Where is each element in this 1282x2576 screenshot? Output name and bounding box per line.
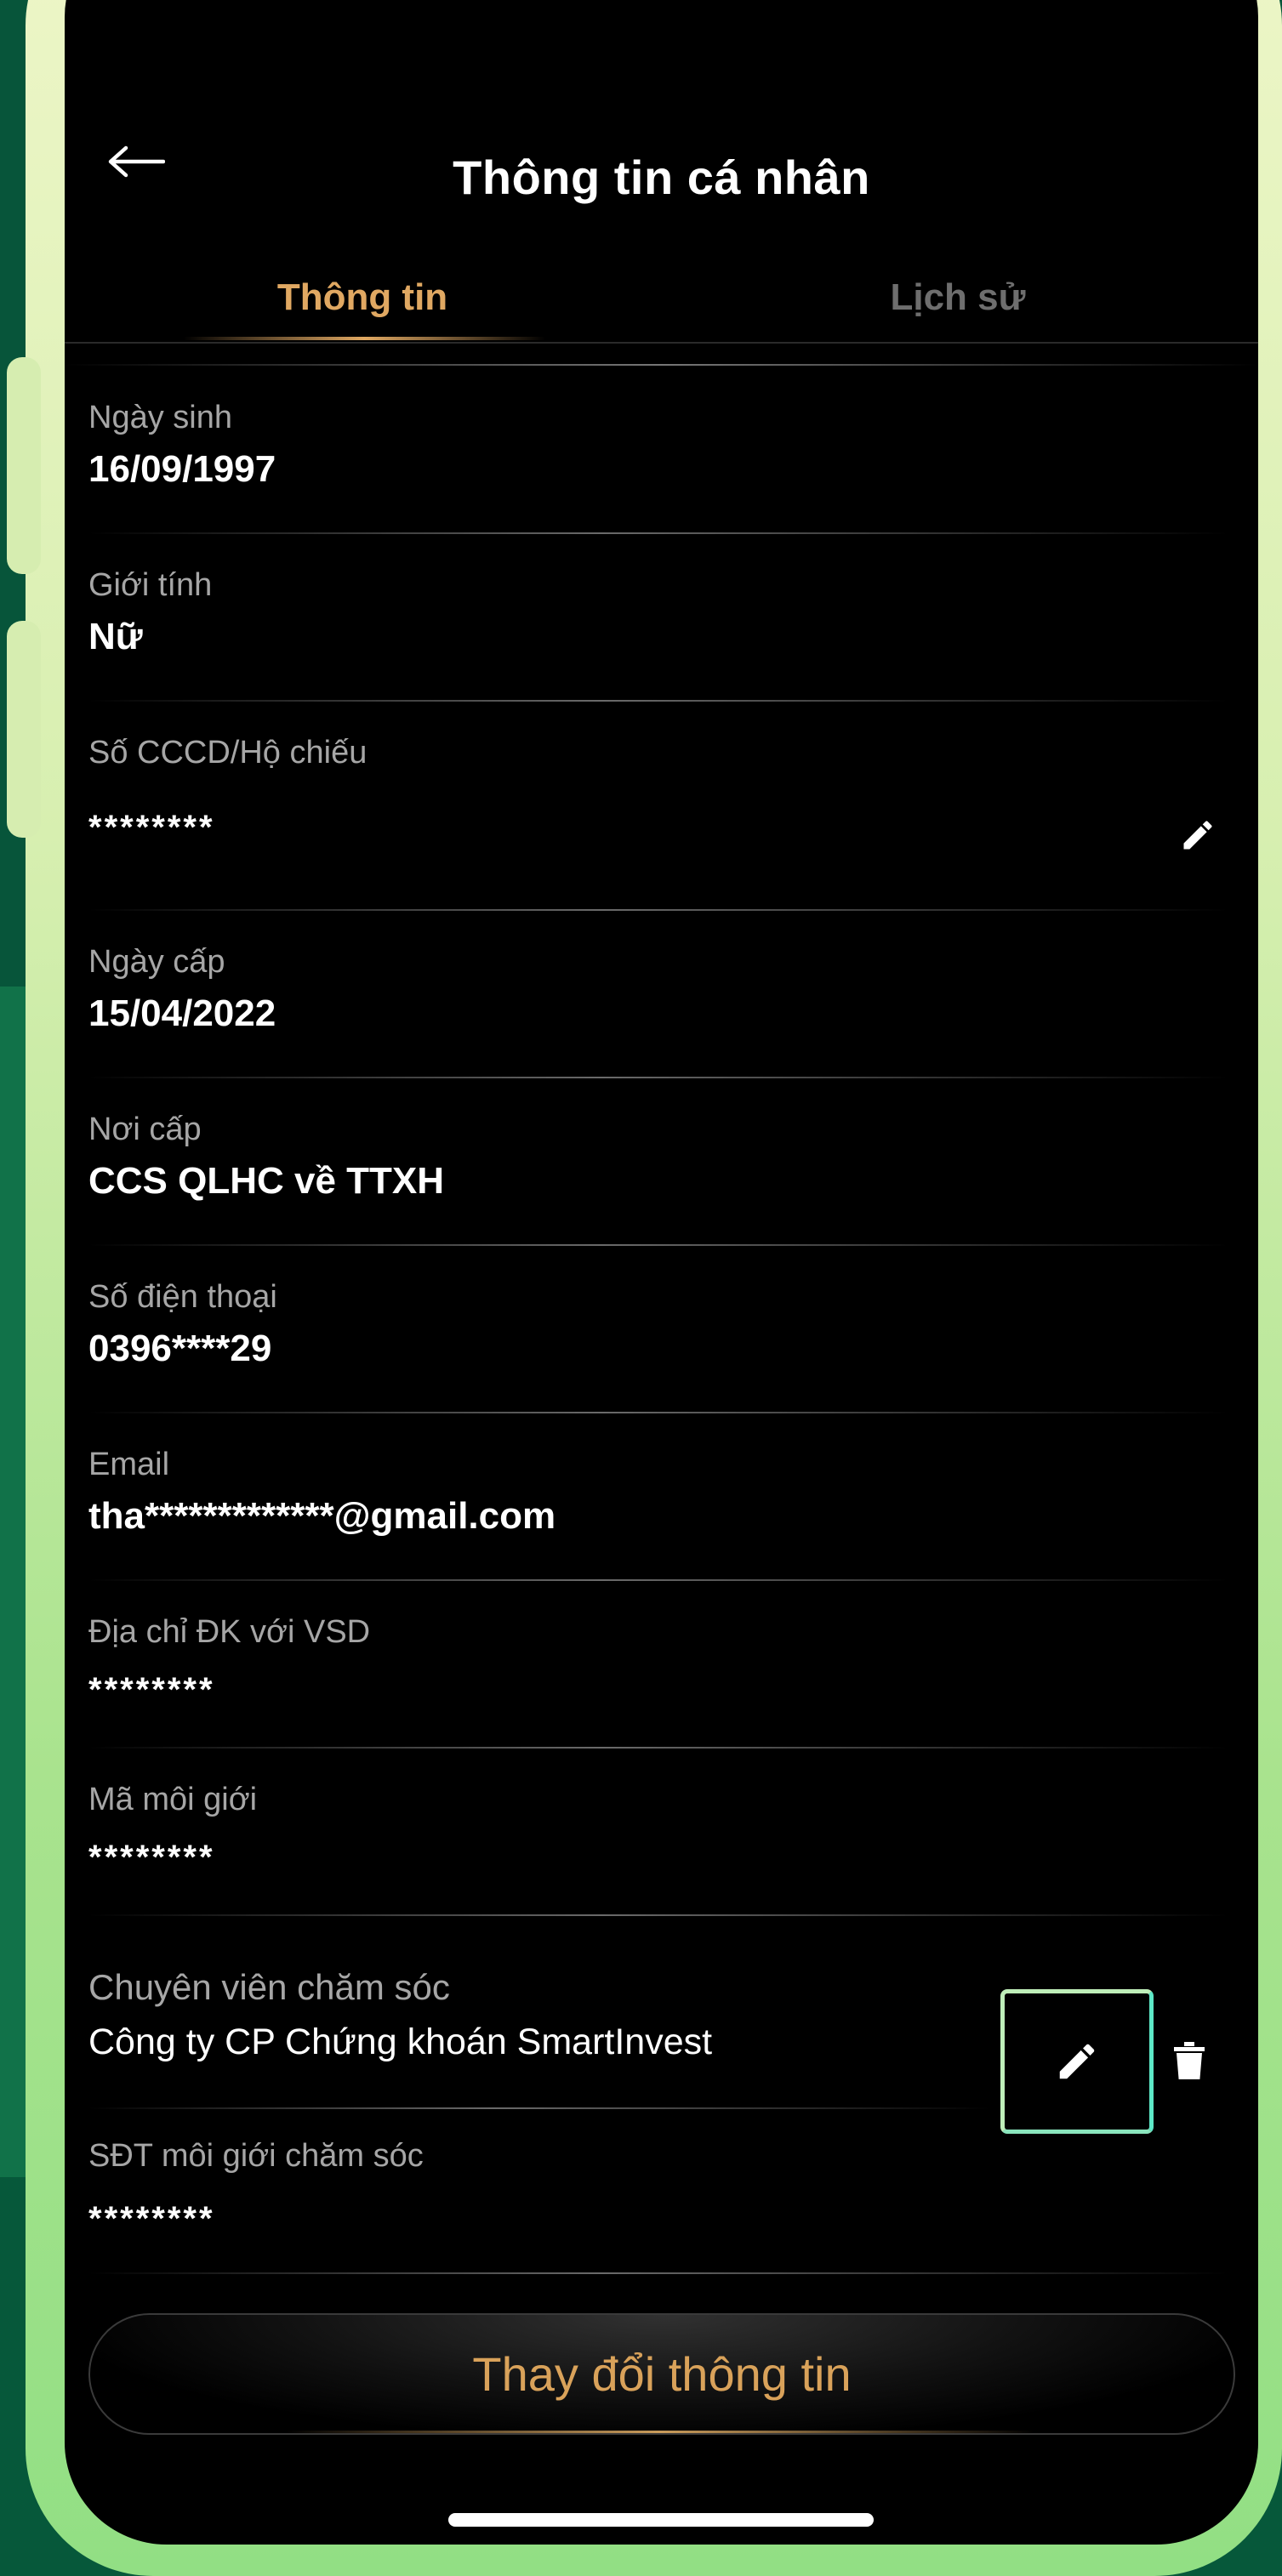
tabs-divider bbox=[65, 342, 1258, 344]
edit-care-specialist-button[interactable] bbox=[1000, 1989, 1154, 2134]
field-value: ******** bbox=[88, 2200, 215, 2238]
divider bbox=[88, 1579, 1228, 1581]
field-value: ******** bbox=[88, 809, 215, 846]
field-id-number: Số CCCD/Hộ chiếu ******** bbox=[88, 735, 1228, 847]
field-issue-date: Ngày cấp 15/04/2022 bbox=[88, 944, 1228, 1035]
phone-screen: Thông tin cá nhân Thông tin Lịch sử Ngày… bbox=[65, 0, 1258, 2545]
field-issue-place: Nơi cấp CCS QLHC về TTXH bbox=[88, 1112, 1228, 1203]
field-label: Ngày cấp bbox=[88, 944, 225, 980]
field-label: Email bbox=[88, 1447, 170, 1482]
field-gender: Giới tính Nữ bbox=[88, 567, 1228, 658]
field-label: Chuyên viên chăm sóc bbox=[88, 1967, 450, 2007]
field-broker-code: Mã môi giới ******** bbox=[88, 1782, 1228, 1877]
divider bbox=[65, 364, 1258, 366]
field-birth-date: Ngày sinh 16/09/1997 bbox=[88, 400, 1228, 491]
field-email: Email tha*************@gmail.com bbox=[88, 1447, 1228, 1538]
field-value: ******** bbox=[88, 1839, 215, 1876]
pencil-icon bbox=[1059, 2044, 1095, 2079]
field-label: Địa chỉ ĐK với VSD bbox=[88, 1614, 371, 1650]
volume-up-button bbox=[7, 357, 41, 574]
divider bbox=[88, 1077, 1228, 1078]
field-value: 16/09/1997 bbox=[88, 448, 276, 490]
field-label: Nơi cấp bbox=[88, 1112, 202, 1147]
active-tab-indicator bbox=[184, 337, 545, 340]
divider bbox=[88, 1244, 1228, 1246]
field-label: SĐT môi giới chăm sóc bbox=[88, 2138, 424, 2174]
field-value: 0396****29 bbox=[88, 1328, 272, 1369]
divider bbox=[88, 2272, 1228, 2274]
divider bbox=[88, 2107, 990, 2109]
field-care-specialist: Chuyên viên chăm sóc Công ty CP Chứng kh… bbox=[88, 1967, 973, 2063]
edit-id-number-button[interactable] bbox=[1172, 810, 1223, 861]
volume-down-button bbox=[7, 621, 41, 838]
divider bbox=[88, 700, 1228, 702]
field-value: 15/04/2022 bbox=[88, 992, 276, 1034]
divider bbox=[88, 532, 1228, 534]
field-value: Nữ bbox=[88, 616, 143, 657]
tab-history[interactable]: Lịch sử bbox=[660, 255, 1256, 340]
field-label: Ngày sinh bbox=[88, 400, 232, 435]
field-value: tha*************@gmail.com bbox=[88, 1495, 556, 1537]
divider bbox=[88, 1412, 1228, 1413]
tab-info[interactable]: Thông tin bbox=[65, 255, 660, 340]
tab-bar: Thông tin Lịch sử bbox=[65, 255, 1258, 344]
trash-icon bbox=[1174, 2042, 1205, 2079]
delete-care-specialist-button[interactable] bbox=[1167, 2035, 1211, 2086]
field-label: Số CCCD/Hộ chiếu bbox=[88, 735, 368, 771]
field-label: Mã môi giới bbox=[88, 1782, 258, 1817]
divider bbox=[88, 1747, 1228, 1749]
page-title: Thông tin cá nhân bbox=[453, 151, 870, 204]
home-indicator[interactable] bbox=[448, 2513, 874, 2527]
field-vsd-address: Địa chỉ ĐK với VSD ******** bbox=[88, 1614, 1228, 1709]
screen-content: Thông tin cá nhân Thông tin Lịch sử Ngày… bbox=[65, 0, 1258, 2545]
field-label: Giới tính bbox=[88, 567, 213, 603]
field-value: Công ty CP Chứng khoán SmartInvest bbox=[88, 2022, 713, 2062]
pencil-icon bbox=[1183, 821, 1212, 850]
field-phone: Số điện thoại 0396****29 bbox=[88, 1279, 1228, 1370]
change-info-button[interactable]: Thay đổi thông tin bbox=[88, 2313, 1235, 2435]
field-care-broker-phone: SĐT môi giới chăm sóc ******** bbox=[88, 2138, 1228, 2238]
field-value: ******** bbox=[88, 1671, 215, 1709]
divider bbox=[88, 1914, 1228, 1916]
divider bbox=[88, 909, 1228, 911]
button-glow bbox=[286, 2431, 1034, 2433]
field-label: Số điện thoại bbox=[88, 1279, 277, 1315]
field-value: CCS QLHC về TTXH bbox=[88, 1160, 445, 1202]
